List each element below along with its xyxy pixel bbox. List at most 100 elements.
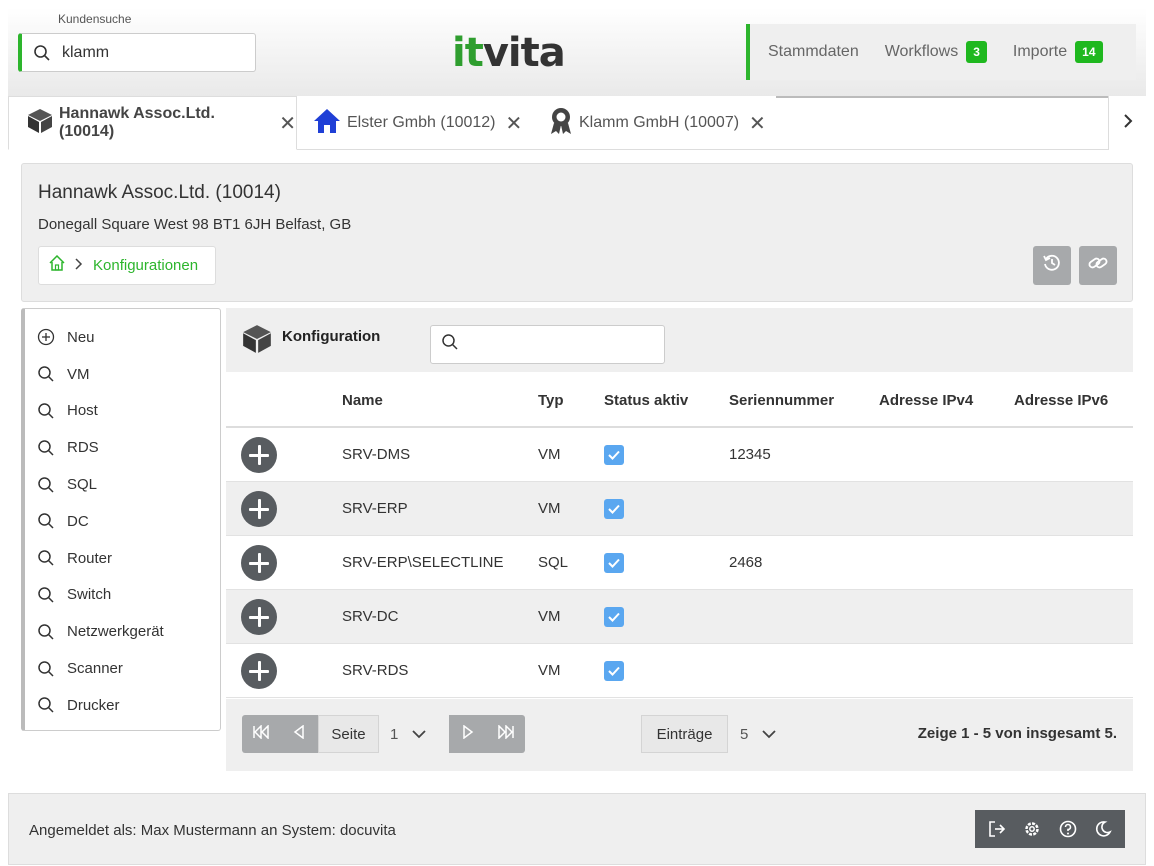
- expand-row-plus-icon[interactable]: [241, 491, 277, 527]
- menu-item-label: SQL: [67, 476, 98, 494]
- customer-info-panel: Hannawk Assoc.Ltd. (10014) Donegall Squa…: [21, 163, 1133, 302]
- previous-page-button[interactable]: [280, 715, 318, 753]
- app-footer: Angemeldet als: Max Mustermann an System…: [8, 793, 1146, 865]
- status-active-checkbox[interactable]: [604, 607, 624, 627]
- chevron-down-icon: [412, 726, 426, 743]
- breadcrumb: Konfigurationen: [38, 246, 216, 285]
- cell-serial: 2468: [729, 554, 763, 571]
- help-icon[interactable]: [1059, 820, 1077, 838]
- search-icon: [37, 586, 67, 604]
- config-search-box[interactable]: [430, 325, 665, 364]
- menu-item-label: Switch: [67, 586, 112, 604]
- top-navigation: Stammdaten Workflows 3 Importe 14: [746, 24, 1136, 80]
- cell-name: SRV-ERP: [342, 500, 408, 517]
- customer-search-caption: Kundensuche: [58, 12, 132, 26]
- column-header-serial[interactable]: Seriennummer: [729, 392, 834, 409]
- close-icon[interactable]: ✕: [749, 111, 766, 136]
- page-label: Seite: [318, 715, 379, 753]
- table-row[interactable]: SRV-ERP VM: [226, 482, 1133, 536]
- menu-item-switch[interactable]: Switch: [25, 577, 220, 614]
- logout-icon[interactable]: [988, 820, 1006, 838]
- page-select[interactable]: 1: [390, 715, 426, 753]
- menu-item-scanner[interactable]: Scanner: [25, 650, 220, 687]
- column-header-status[interactable]: Status aktiv: [604, 392, 688, 409]
- menu-item-sql[interactable]: SQL: [25, 466, 220, 503]
- app-header: Kundensuche itvita Stammdaten Workflows …: [8, 8, 1146, 96]
- column-header-name[interactable]: Name: [342, 392, 383, 409]
- tab-elster[interactable]: Elster Gmbh (10012) ✕: [313, 96, 533, 150]
- search-icon: [37, 402, 67, 420]
- status-active-checkbox[interactable]: [604, 499, 624, 519]
- menu-item-drucker[interactable]: Drucker: [25, 687, 220, 724]
- table-row[interactable]: SRV-RDS VM: [226, 644, 1133, 698]
- search-icon: [37, 512, 67, 530]
- nav-stammdaten[interactable]: Stammdaten: [768, 43, 859, 61]
- menu-item-label: Router: [67, 549, 113, 567]
- dark-mode-moon-icon[interactable]: [1094, 820, 1113, 838]
- customer-search-input[interactable]: [62, 43, 242, 62]
- nav-workflows[interactable]: Workflows 3: [885, 41, 987, 63]
- cell-serial: 12345: [729, 446, 771, 463]
- table-row[interactable]: SRV-DMS VM 12345: [226, 428, 1133, 482]
- breadcrumb-konfigurationen[interactable]: Konfigurationen: [93, 257, 198, 274]
- menu-item-label: Scanner: [67, 660, 123, 678]
- tab-klamm[interactable]: Klamm GmbH (10007) ✕: [549, 96, 779, 150]
- column-header-ipv4[interactable]: Adresse IPv4: [879, 392, 973, 409]
- column-header-ipv6[interactable]: Adresse IPv6: [1014, 392, 1108, 409]
- menu-item-router[interactable]: Router: [25, 540, 220, 577]
- tab-hannawk-label: Hannawk Assoc.Ltd. (10014): [59, 105, 215, 140]
- menu-item-dc[interactable]: DC: [25, 503, 220, 540]
- entries-label: Einträge: [641, 715, 728, 753]
- link-button[interactable]: [1079, 246, 1117, 285]
- tab-hannawk[interactable]: Hannawk Assoc.Ltd. (10014) ✕: [8, 96, 297, 150]
- search-icon: [37, 476, 67, 494]
- first-page-button[interactable]: [242, 715, 280, 753]
- workflows-count-badge: 3: [966, 41, 987, 63]
- award-icon: [549, 107, 573, 140]
- table-row[interactable]: SRV-DC VM: [226, 590, 1133, 644]
- config-search-input[interactable]: [467, 336, 657, 353]
- config-title: Konfiguration: [282, 328, 381, 345]
- status-active-checkbox[interactable]: [604, 445, 624, 465]
- menu-item-neu[interactable]: Neu: [25, 319, 220, 356]
- menu-item-netzwerkgeraet[interactable]: Netzwerkgerät: [25, 613, 220, 650]
- skip-last-icon: [497, 723, 515, 744]
- close-icon[interactable]: ✕: [279, 111, 296, 136]
- table-row[interactable]: SRV-ERP\SELECTLINE SQL 2468: [226, 536, 1133, 590]
- status-active-checkbox[interactable]: [604, 553, 624, 573]
- cell-typ: VM: [538, 500, 561, 517]
- customer-title: Hannawk Assoc.Ltd. (10014): [38, 182, 281, 203]
- customer-address: Donegall Square West 98 BT1 6JH Belfast,…: [38, 216, 352, 233]
- config-table: Name Typ Status aktiv Seriennummer Adres…: [226, 372, 1133, 698]
- expand-row-plus-icon[interactable]: [241, 599, 277, 635]
- close-icon[interactable]: ✕: [506, 111, 523, 136]
- menu-item-rds[interactable]: RDS: [25, 429, 220, 466]
- logo-it-text: it: [452, 30, 484, 76]
- last-page-button[interactable]: [487, 715, 525, 753]
- expand-row-plus-icon[interactable]: [241, 437, 277, 473]
- menu-item-vm[interactable]: VM: [25, 356, 220, 393]
- home-icon: [313, 108, 341, 139]
- home-outline-icon[interactable]: [49, 254, 65, 276]
- column-header-typ[interactable]: Typ: [538, 392, 564, 409]
- search-icon: [37, 696, 67, 714]
- nav-importe-label: Importe: [1012, 43, 1068, 60]
- next-page-button[interactable]: [449, 715, 487, 753]
- cell-typ: VM: [538, 446, 561, 463]
- cube-icon: [27, 108, 53, 139]
- history-button[interactable]: [1033, 246, 1071, 285]
- expand-row-plus-icon[interactable]: [241, 653, 277, 689]
- entries-select[interactable]: 5: [740, 715, 776, 753]
- expand-row-plus-icon[interactable]: [241, 545, 277, 581]
- status-active-checkbox[interactable]: [604, 661, 624, 681]
- chevron-right-icon: [1123, 112, 1133, 135]
- customer-search-box[interactable]: [18, 33, 256, 72]
- menu-item-label: Netzwerkgerät: [67, 623, 164, 641]
- nav-importe[interactable]: Importe 14: [1013, 41, 1103, 63]
- menu-item-host[interactable]: Host: [25, 393, 220, 430]
- itvita-logo[interactable]: itvita: [452, 30, 566, 76]
- cell-name: SRV-ERP\SELECTLINE: [342, 554, 504, 571]
- tab-scroll-right-button[interactable]: [1108, 96, 1146, 150]
- search-icon: [37, 660, 67, 678]
- settings-gear-icon[interactable]: [1023, 820, 1041, 838]
